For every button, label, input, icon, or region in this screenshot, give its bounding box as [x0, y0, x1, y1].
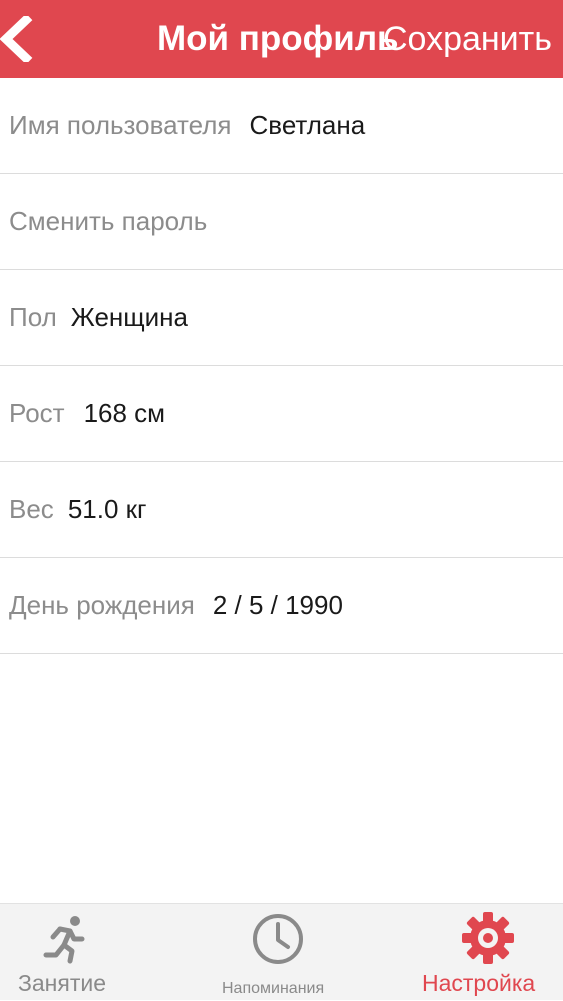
page-title: Мой профиль	[157, 19, 399, 58]
tab-reminders[interactable]: Напоминания	[200, 904, 360, 1001]
weight-label: Вес	[9, 494, 54, 524]
gender-row[interactable]: Пол Женщина	[0, 270, 563, 366]
birthday-value: 2 / 5 / 1990	[212, 590, 343, 620]
back-arrow-icon	[0, 13, 33, 65]
tab-workout-label: Занятие	[18, 970, 107, 996]
weight-value: 51.0 кг	[67, 494, 147, 524]
height-label: Рост	[9, 398, 65, 428]
app-header: Мой профиль Сохранить	[0, 0, 563, 78]
username-label: Имя пользователя	[9, 110, 232, 140]
birthday-label: День рождения	[9, 590, 195, 620]
save-button[interactable]: Сохранить	[383, 18, 552, 60]
running-man-icon	[43, 916, 85, 964]
back-button[interactable]	[0, 13, 34, 65]
username-row[interactable]: Имя пользователя Светлана	[0, 78, 563, 174]
weight-row[interactable]: Вес 51.0 кг	[0, 462, 563, 558]
gender-value: Женщина	[70, 302, 188, 332]
profile-list: Имя пользователя Светлана Сменить пароль…	[0, 78, 563, 654]
birthday-row[interactable]: День рождения 2 / 5 / 1990	[0, 558, 563, 654]
tab-workout[interactable]: Занятие	[0, 904, 140, 1001]
clock-icon	[253, 914, 303, 964]
bottom-tab-bar: Занятие Напоминания Настройка	[0, 903, 563, 1000]
gender-label: Пол	[9, 302, 57, 332]
height-row[interactable]: Рост 168 см	[0, 366, 563, 462]
change-password-label: Сменить пароль	[9, 206, 208, 236]
height-value: 168 см	[83, 398, 166, 428]
change-password-row[interactable]: Сменить пароль	[0, 174, 563, 270]
tab-reminders-label: Напоминания	[222, 980, 325, 997]
gear-icon	[462, 912, 514, 964]
username-value: Светлана	[249, 110, 366, 140]
tab-settings[interactable]: Настройка	[410, 904, 563, 1001]
tab-settings-label: Настройка	[422, 970, 536, 996]
